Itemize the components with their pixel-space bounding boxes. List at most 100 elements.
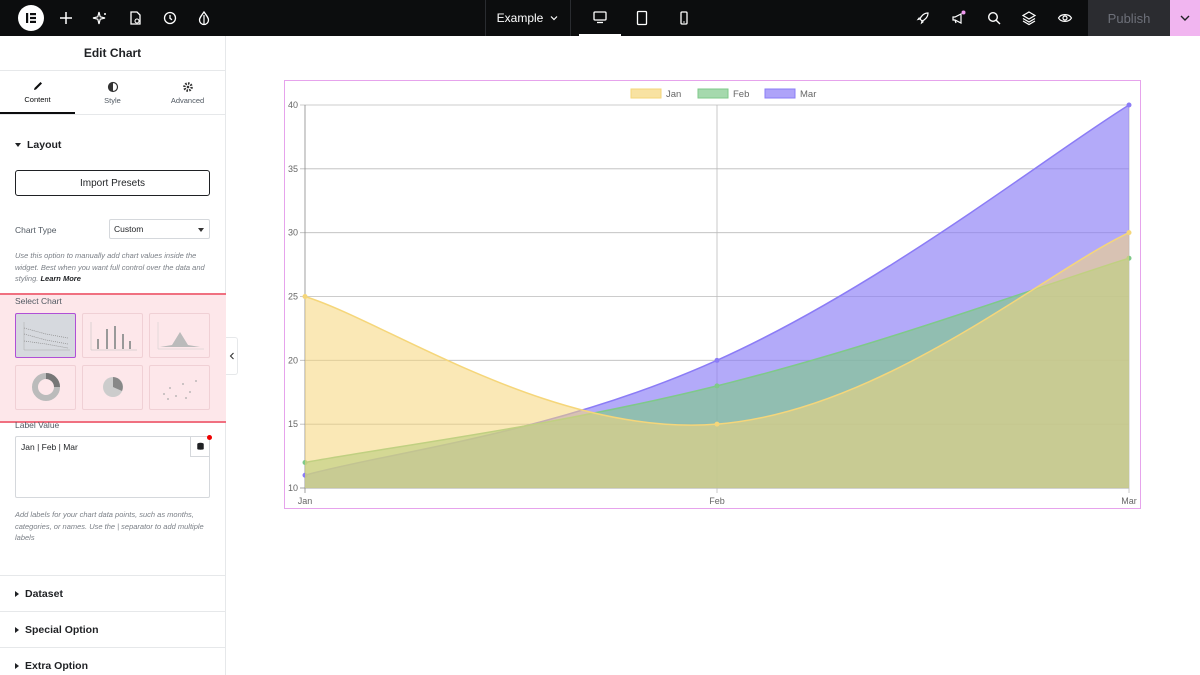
x-tick-label: Feb (709, 496, 725, 506)
collapse-panel-button[interactable] (226, 337, 238, 375)
dynamic-tags-button[interactable] (190, 437, 209, 457)
chevron-down-icon (550, 16, 558, 21)
structure-layers-icon[interactable] (1019, 8, 1039, 28)
chart-thumb-area[interactable] (149, 313, 210, 358)
publish-button[interactable]: Publish (1088, 0, 1170, 36)
divider (0, 575, 226, 576)
y-tick-label: 25 (288, 292, 298, 302)
y-tick-label: 10 (288, 483, 298, 493)
dynamic-tag-indicator (207, 435, 212, 440)
y-tick-label: 20 (288, 355, 298, 365)
chart-thumb-pie[interactable] (82, 365, 143, 410)
area-chart-icon (157, 322, 204, 350)
section-extra-option-toggle[interactable]: Extra Option (0, 660, 88, 672)
tablet-icon (636, 10, 648, 26)
tab-content[interactable]: Content (0, 71, 75, 114)
elementor-logo-icon[interactable] (18, 5, 44, 31)
pie-chart-icon (103, 377, 123, 397)
chart-thumb-scatter[interactable] (149, 365, 210, 410)
mobile-icon (680, 11, 688, 25)
legend-swatch (630, 88, 662, 99)
tab-style-label: Style (104, 95, 121, 105)
y-tick-label: 30 (288, 228, 298, 238)
tab-advanced-label: Advanced (170, 95, 205, 105)
announcements-icon[interactable] (948, 8, 968, 28)
data-point (1126, 230, 1132, 236)
legend-swatch (697, 88, 729, 99)
rocket-icon[interactable] (913, 8, 933, 28)
line-chart-icon (23, 322, 70, 351)
data-point (714, 357, 720, 363)
section-layout-title: Layout (27, 139, 62, 151)
divider (0, 647, 226, 648)
import-presets-button[interactable]: Import Presets (15, 170, 210, 196)
data-point (302, 294, 308, 299)
area-chart: 10 15 20 25 30 35 40 Jan Feb Mar Jan Feb Mar (288, 88, 1137, 506)
section-special-option-toggle[interactable]: Special Option (0, 624, 99, 636)
chart-thumb-line[interactable] (15, 313, 76, 358)
site-styles-icon[interactable] (194, 8, 214, 28)
chart-thumb-bar[interactable] (82, 313, 143, 358)
doughnut-chart-icon (32, 373, 60, 401)
add-element-icon[interactable] (56, 8, 76, 28)
panel-tabs: Content Style Advanced (0, 71, 225, 115)
x-tick-label: Mar (1121, 496, 1137, 506)
chart-type-help: Use this option to manually add chart va… (15, 250, 210, 285)
x-tick-label: Jan (298, 496, 313, 506)
desktop-icon (593, 11, 607, 24)
y-tick-label: 40 (288, 100, 298, 110)
bar-chart-icon (90, 322, 137, 351)
section-extra-option-title: Extra Option (25, 660, 89, 672)
chevron-left-icon (229, 352, 234, 360)
search-icon[interactable] (984, 8, 1004, 28)
publish-options-button[interactable] (1170, 0, 1200, 36)
caret-right-icon (15, 591, 19, 597)
y-tick-label: 15 (288, 419, 298, 429)
chart-type-value: Custom (114, 224, 144, 234)
tab-content-label: Content (24, 94, 51, 104)
label-value-input[interactable]: Jan | Feb | Mar (15, 436, 210, 498)
top-bar: Example Publish (0, 0, 1200, 36)
desktop-view-button[interactable] (579, 0, 621, 36)
y-tick-label: 35 (288, 164, 298, 174)
section-dataset-toggle[interactable]: Dataset (0, 588, 63, 600)
learn-more-link[interactable]: Learn More (40, 274, 80, 283)
scatter-chart-icon (163, 380, 197, 400)
caret-right-icon (15, 663, 19, 669)
database-icon (196, 442, 204, 450)
document-title-dropdown[interactable]: Example (485, 0, 571, 36)
section-dataset-title: Dataset (25, 588, 63, 600)
section-layout-toggle[interactable]: Layout (0, 139, 61, 151)
preview-eye-icon[interactable] (1055, 8, 1075, 28)
tablet-view-button[interactable] (621, 0, 663, 36)
mobile-view-button[interactable] (663, 0, 705, 36)
tab-advanced[interactable]: Advanced (150, 71, 225, 114)
data-point (714, 383, 720, 389)
legend-label: Feb (733, 89, 749, 100)
legend-label: Mar (800, 89, 816, 100)
page-settings-icon[interactable] (125, 8, 145, 28)
chart-type-label: Chart Type (15, 225, 57, 235)
legend-label: Jan (666, 89, 681, 100)
editor-panel: Edit Chart Content Style Advanced Layout… (0, 36, 226, 675)
half-circle-icon (107, 81, 118, 92)
select-arrow-icon (198, 228, 204, 232)
label-value-help: Add labels for your chart data points, s… (15, 510, 204, 542)
section-special-option-title: Special Option (25, 624, 99, 636)
document-title: Example (496, 11, 544, 25)
chevron-down-icon (1180, 15, 1190, 21)
data-point (1126, 102, 1132, 108)
chart-type-select[interactable]: Custom (109, 219, 210, 239)
select-chart-label: Select Chart (15, 296, 62, 306)
ai-sparkle-icon[interactable] (90, 8, 110, 28)
label-value-label: Label Value (15, 420, 60, 430)
divider (0, 611, 226, 612)
chart-widget[interactable]: 10 15 20 25 30 35 40 Jan Feb Mar Jan Feb Mar (284, 80, 1141, 509)
chart-thumb-doughnut[interactable] (15, 365, 76, 410)
tab-style[interactable]: Style (75, 71, 150, 114)
caret-down-icon (15, 143, 21, 147)
caret-right-icon (15, 627, 19, 633)
panel-title: Edit Chart (0, 36, 225, 71)
history-icon[interactable] (160, 8, 180, 28)
legend-swatch (764, 88, 796, 99)
